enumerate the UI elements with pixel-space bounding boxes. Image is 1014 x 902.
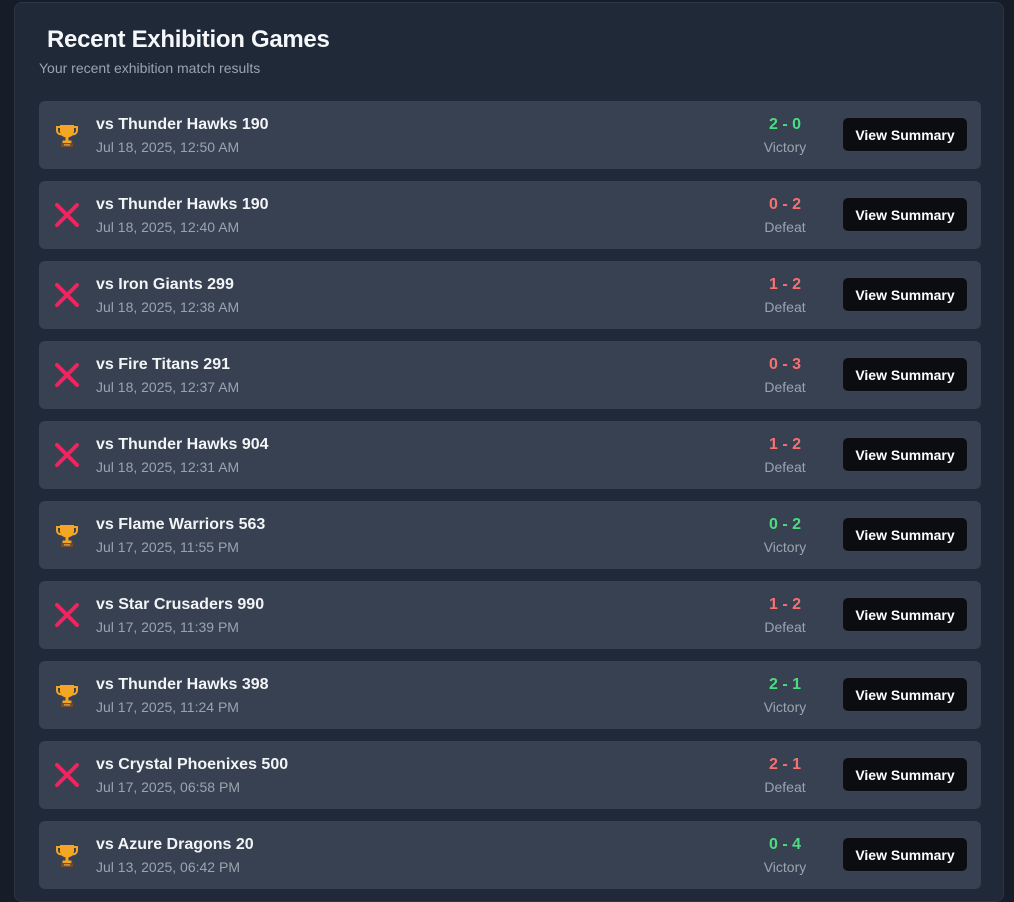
game-date: Jul 18, 2025, 12:40 AM [96,219,240,235]
trophy-icon [53,521,81,549]
view-summary-button[interactable]: View Summary [842,437,968,472]
opponent-name: vs Thunder Hawks 398 [96,676,269,693]
game-row-2: vs Thunder Hawks 190 Jul 18, 2025, 12:40… [39,181,981,249]
game-date: Jul 18, 2025, 12:38 AM [96,299,240,315]
game-result: Defeat [764,619,806,635]
game-row-4: vs Fire Titans 291 Jul 18, 2025, 12:37 A… [39,341,981,409]
view-summary-button[interactable]: View Summary [842,757,968,792]
opponent-name: vs Crystal Phoenixes 500 [96,756,289,773]
game-score: 1 - 2 [768,276,801,293]
close-icon [53,441,81,469]
game-score: 2 - 1 [768,676,801,693]
game-date: Jul 18, 2025, 12:31 AM [96,459,240,475]
game-date: Jul 18, 2025, 12:50 AM [96,139,240,155]
game-score: 1 - 2 [768,596,801,613]
game-result: Defeat [764,299,806,315]
close-icon [53,601,81,629]
view-summary-button[interactable]: View Summary [842,117,968,152]
game-date: Jul 17, 2025, 11:55 PM [96,539,239,555]
opponent-name: vs Star Crusaders 990 [96,596,265,613]
opponent-name: vs Azure Dragons 20 [96,836,254,853]
close-icon [53,201,81,229]
view-summary-button[interactable]: View Summary [842,197,968,232]
game-score: 0 - 2 [768,196,801,213]
page-title: Recent Exhibition Games [47,26,330,53]
game-row-3: vs Iron Giants 299 Jul 18, 2025, 12:38 A… [39,261,981,329]
close-icon [53,281,81,309]
trophy-icon [53,681,81,709]
opponent-name: vs Thunder Hawks 904 [96,436,269,453]
game-score: 0 - 2 [768,516,801,533]
game-row-6: vs Flame Warriors 563 Jul 17, 2025, 11:5… [39,501,981,569]
opponent-name: vs Thunder Hawks 190 [96,116,269,133]
close-icon [53,361,81,389]
view-summary-button[interactable]: View Summary [842,837,968,872]
game-result: Victory [763,699,807,715]
game-result: Defeat [764,779,806,795]
exhibition-games-panel: Recent Exhibition Games Your recent exhi… [14,2,1004,902]
view-summary-button[interactable]: View Summary [842,517,968,552]
game-row-5: vs Thunder Hawks 904 Jul 18, 2025, 12:31… [39,421,981,489]
trophy-icon [53,841,81,869]
opponent-name: vs Thunder Hawks 190 [96,196,269,213]
game-row-7: vs Star Crusaders 990 Jul 17, 2025, 11:3… [39,581,981,649]
trophy-icon [53,121,81,149]
view-summary-button[interactable]: View Summary [842,357,968,392]
game-date: Jul 18, 2025, 12:37 AM [96,379,240,395]
opponent-name: vs Iron Giants 299 [96,276,234,293]
game-result: Victory [763,859,807,875]
game-score: 2 - 0 [768,116,801,133]
game-result: Defeat [764,379,806,395]
game-result: Defeat [764,219,806,235]
page-subtitle: Your recent exhibition match results [39,60,261,76]
game-score: 1 - 2 [768,436,801,453]
game-result: Victory [763,539,807,555]
game-score: 0 - 4 [768,836,801,853]
game-row-8: vs Thunder Hawks 398 Jul 17, 2025, 11:24… [39,661,981,729]
game-result: Defeat [764,459,806,475]
view-summary-button[interactable]: View Summary [842,277,968,312]
game-list: vs Thunder Hawks 190 Jul 18, 2025, 12:50… [39,101,981,901]
game-score: 2 - 1 [768,756,801,773]
game-row-10: vs Azure Dragons 20 Jul 13, 2025, 06:42 … [39,821,981,889]
game-row-1: vs Thunder Hawks 190 Jul 18, 2025, 12:50… [39,101,981,169]
game-score: 0 - 3 [768,356,801,373]
game-date: Jul 17, 2025, 11:39 PM [96,619,239,635]
game-date: Jul 17, 2025, 06:58 PM [96,779,240,795]
opponent-name: vs Fire Titans 291 [96,356,230,373]
opponent-name: vs Flame Warriors 563 [96,516,266,533]
view-summary-button[interactable]: View Summary [842,677,968,712]
game-date: Jul 13, 2025, 06:42 PM [96,859,240,875]
game-date: Jul 17, 2025, 11:24 PM [96,699,239,715]
game-row-9: vs Crystal Phoenixes 500 Jul 17, 2025, 0… [39,741,981,809]
game-result: Victory [763,139,807,155]
view-summary-button[interactable]: View Summary [842,597,968,632]
close-icon [53,761,81,789]
